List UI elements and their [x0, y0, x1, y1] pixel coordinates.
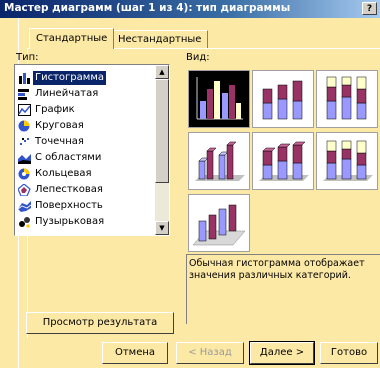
list-item-label: Точечная	[35, 136, 84, 147]
list-item-label: С областями	[35, 152, 102, 163]
scroll-down-arrow-icon[interactable]: ▼	[155, 221, 169, 235]
list-scrollbar[interactable]: ▲ ▼	[155, 65, 169, 235]
list-item-label: График	[35, 104, 75, 115]
radar-chart-icon	[17, 183, 31, 197]
column-chart-icon	[18, 72, 31, 84]
chart-subtype-grid	[186, 70, 380, 252]
back-button[interactable]: < Назад	[176, 342, 244, 364]
subtype-3d-stacked-column[interactable]	[252, 132, 314, 190]
chart-description: Обычная гистограмма отображает значения …	[186, 254, 380, 324]
list-item-label: Лепестковая	[35, 184, 103, 195]
pie-chart-icon	[18, 120, 31, 132]
window-title: Мастер диаграмм (шаг 1 из 4): тип диагра…	[4, 2, 291, 14]
subtype-100-stacked-column[interactable]	[316, 70, 378, 128]
list-item-label: Круговая	[35, 120, 84, 131]
area-chart-icon	[18, 152, 31, 164]
finish-button[interactable]: Готово	[320, 342, 378, 364]
view-label: Вид:	[186, 52, 210, 63]
title-bar: Мастер диаграмм (шаг 1 из 4): тип диагра…	[0, 0, 380, 18]
clustered-column-icon	[196, 77, 243, 120]
stacked-column-icon	[262, 80, 303, 120]
line-chart-icon	[18, 104, 31, 116]
bubble-chart-icon	[18, 216, 31, 228]
subtype-stacked-column[interactable]	[252, 70, 314, 128]
list-item[interactable]: Пузырьковая	[16, 215, 154, 229]
list-item-label: Кольцевая	[35, 168, 92, 179]
list-item[interactable]: Поверхность	[16, 199, 154, 213]
100-stacked-column-icon	[326, 76, 367, 120]
scroll-up-arrow-icon[interactable]: ▲	[155, 65, 169, 79]
list-item[interactable]: Круговая	[16, 119, 154, 133]
tab-custom[interactable]: Нестандартные	[111, 30, 209, 48]
help-button[interactable]: ?	[362, 2, 377, 15]
list-item[interactable]: С областями	[16, 151, 154, 165]
3d-100-stacked-column-icon	[323, 140, 373, 181]
preview-result-button[interactable]: Просмотр результата	[26, 312, 174, 334]
cancel-button[interactable]: Отмена	[102, 342, 168, 364]
scatter-chart-icon	[18, 136, 31, 148]
list-item[interactable]: Линейчатая	[16, 87, 154, 101]
subtype-3d-100-stacked-column[interactable]	[316, 132, 378, 190]
chart-type-list[interactable]: Гистограмма Линейчатая График Круговая Т…	[14, 64, 170, 236]
list-item[interactable]: Точечная	[16, 135, 154, 149]
3d-column-icon	[192, 204, 246, 246]
surface-chart-icon	[17, 200, 32, 212]
list-item[interactable]: График	[16, 103, 154, 117]
list-item-label: Линейчатая	[35, 88, 99, 99]
list-item[interactable]: Кольцевая	[16, 167, 154, 181]
bar-chart-icon	[18, 88, 31, 100]
scroll-thumb[interactable]	[155, 79, 169, 183]
next-button[interactable]: Далее >	[249, 341, 315, 365]
subtype-3d-clustered-column[interactable]	[188, 132, 250, 190]
3d-clustered-column-icon	[195, 141, 245, 181]
tab-standard[interactable]: Стандартные	[29, 28, 115, 49]
list-item-label: Гистограмма	[33, 71, 106, 85]
type-label: Тип:	[16, 52, 39, 63]
3d-stacked-column-icon	[259, 141, 309, 181]
subtype-clustered-column[interactable]	[188, 70, 250, 128]
list-item[interactable]: Гистограмма	[16, 71, 154, 85]
subtype-3d-column[interactable]	[188, 194, 250, 252]
list-item-label: Пузырьковая	[35, 216, 105, 227]
list-item-label: Поверхность	[35, 200, 103, 211]
list-item[interactable]: Лепестковая	[16, 183, 154, 197]
doughnut-chart-icon	[18, 168, 31, 180]
